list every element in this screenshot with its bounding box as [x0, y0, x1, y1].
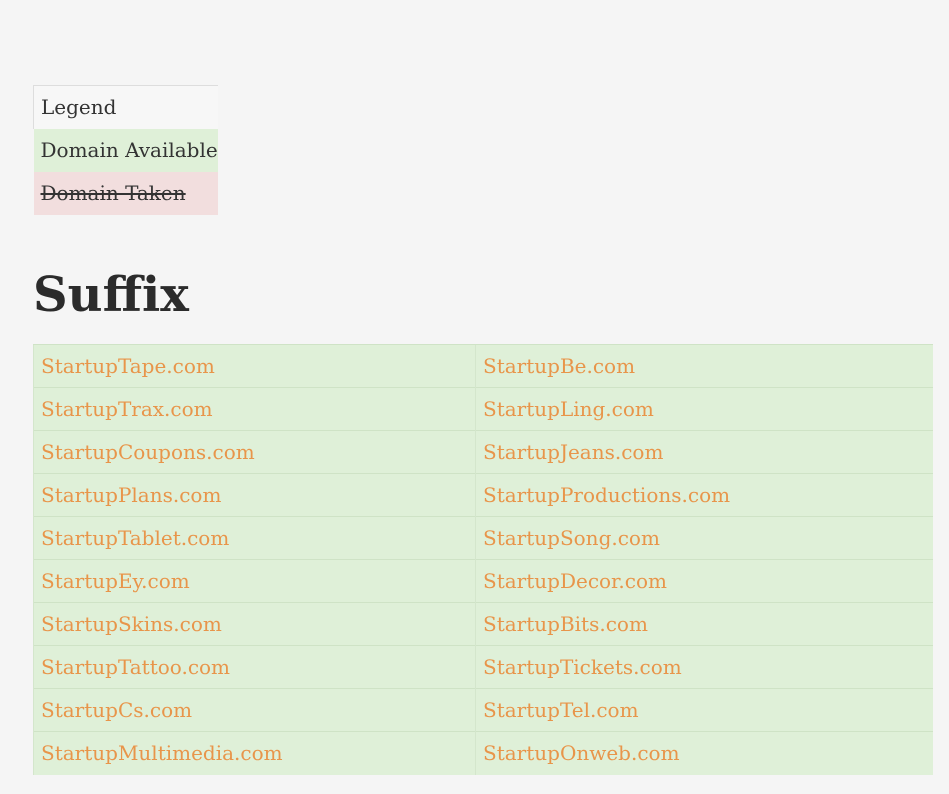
- table-row: StartupTattoo.com StartupTickets.com: [33, 645, 933, 689]
- table-row: StartupTrax.com StartupLing.com: [33, 387, 933, 431]
- table-row: StartupSkins.com StartupBits.com: [33, 602, 933, 646]
- domain-cell: StartupSong.com: [475, 516, 933, 560]
- legend-header: Legend: [32, 85, 218, 129]
- domain-link[interactable]: StartupBe.com: [483, 354, 635, 378]
- domain-cell: StartupTape.com: [33, 344, 476, 388]
- legend-header-row: Legend: [32, 85, 218, 129]
- table-row: StartupEy.com StartupDecor.com: [33, 559, 933, 603]
- domain-link[interactable]: StartupJeans.com: [483, 440, 663, 464]
- table-row: StartupTape.com StartupBe.com: [33, 344, 933, 388]
- domain-cell: StartupTrax.com: [33, 387, 476, 431]
- domain-cell: StartupCoupons.com: [33, 430, 476, 474]
- domain-cell: StartupTel.com: [475, 688, 933, 732]
- page: Legend Domain Available Domain Taken Suf…: [0, 0, 949, 794]
- domain-cell: StartupPlans.com: [33, 473, 476, 517]
- domain-cell: StartupMultimedia.com: [33, 731, 476, 775]
- table-row: StartupCoupons.com StartupJeans.com: [33, 430, 933, 474]
- domain-cell: StartupOnweb.com: [475, 731, 933, 775]
- domain-link[interactable]: StartupTattoo.com: [41, 655, 230, 679]
- domain-link[interactable]: StartupDecor.com: [483, 569, 667, 593]
- domain-cell: StartupSkins.com: [33, 602, 476, 646]
- section-title: Suffix: [33, 267, 189, 323]
- domain-link[interactable]: StartupTrax.com: [41, 397, 213, 421]
- domain-table-body: StartupTape.com StartupBe.com StartupTrax.…: [33, 344, 933, 775]
- domain-link[interactable]: StartupTape.com: [41, 354, 215, 378]
- legend-taken-label: Domain Taken: [33, 171, 218, 215]
- table-row: StartupPlans.com StartupProductions.com: [33, 473, 933, 517]
- domain-link[interactable]: StartupCoupons.com: [41, 440, 255, 464]
- domain-link[interactable]: StartupSong.com: [483, 526, 660, 550]
- domain-cell: StartupTattoo.com: [33, 645, 476, 689]
- table-row: StartupCs.com StartupTel.com: [33, 688, 933, 732]
- domain-cell: StartupJeans.com: [475, 430, 933, 474]
- legend-table: Legend Domain Available Domain Taken: [32, 85, 218, 215]
- legend-available-row: Domain Available: [33, 128, 218, 172]
- domain-link[interactable]: StartupBits.com: [483, 612, 648, 636]
- domain-cell: StartupBe.com: [475, 344, 933, 388]
- domain-link[interactable]: StartupOnweb.com: [483, 741, 680, 765]
- domain-cell: StartupDecor.com: [475, 559, 933, 603]
- domain-cell: StartupBits.com: [475, 602, 933, 646]
- legend-available-label: Domain Available: [33, 128, 218, 172]
- domain-link[interactable]: StartupSkins.com: [41, 612, 222, 636]
- domain-link[interactable]: StartupProductions.com: [483, 483, 730, 507]
- domain-cell: StartupTickets.com: [475, 645, 933, 689]
- domain-cell: StartupCs.com: [33, 688, 476, 732]
- legend-taken-row: Domain Taken: [33, 171, 218, 215]
- domain-link[interactable]: StartupTickets.com: [483, 655, 682, 679]
- domain-link[interactable]: StartupTel.com: [483, 698, 639, 722]
- domain-cell: StartupProductions.com: [475, 473, 933, 517]
- domain-cell: StartupLing.com: [475, 387, 933, 431]
- domain-link[interactable]: StartupCs.com: [41, 698, 192, 722]
- domain-cell: StartupEy.com: [33, 559, 476, 603]
- domain-cell: StartupTablet.com: [33, 516, 476, 560]
- domain-link[interactable]: StartupTablet.com: [41, 526, 229, 550]
- domain-link[interactable]: StartupEy.com: [41, 569, 190, 593]
- table-row: StartupMultimedia.com StartupOnweb.com: [33, 731, 933, 775]
- domain-table: StartupTape.com StartupBe.com StartupTrax.…: [33, 344, 933, 775]
- domain-link[interactable]: StartupLing.com: [483, 397, 654, 421]
- table-row: StartupTablet.com StartupSong.com: [33, 516, 933, 560]
- domain-link[interactable]: StartupPlans.com: [41, 483, 221, 507]
- domain-link[interactable]: StartupMultimedia.com: [41, 741, 283, 765]
